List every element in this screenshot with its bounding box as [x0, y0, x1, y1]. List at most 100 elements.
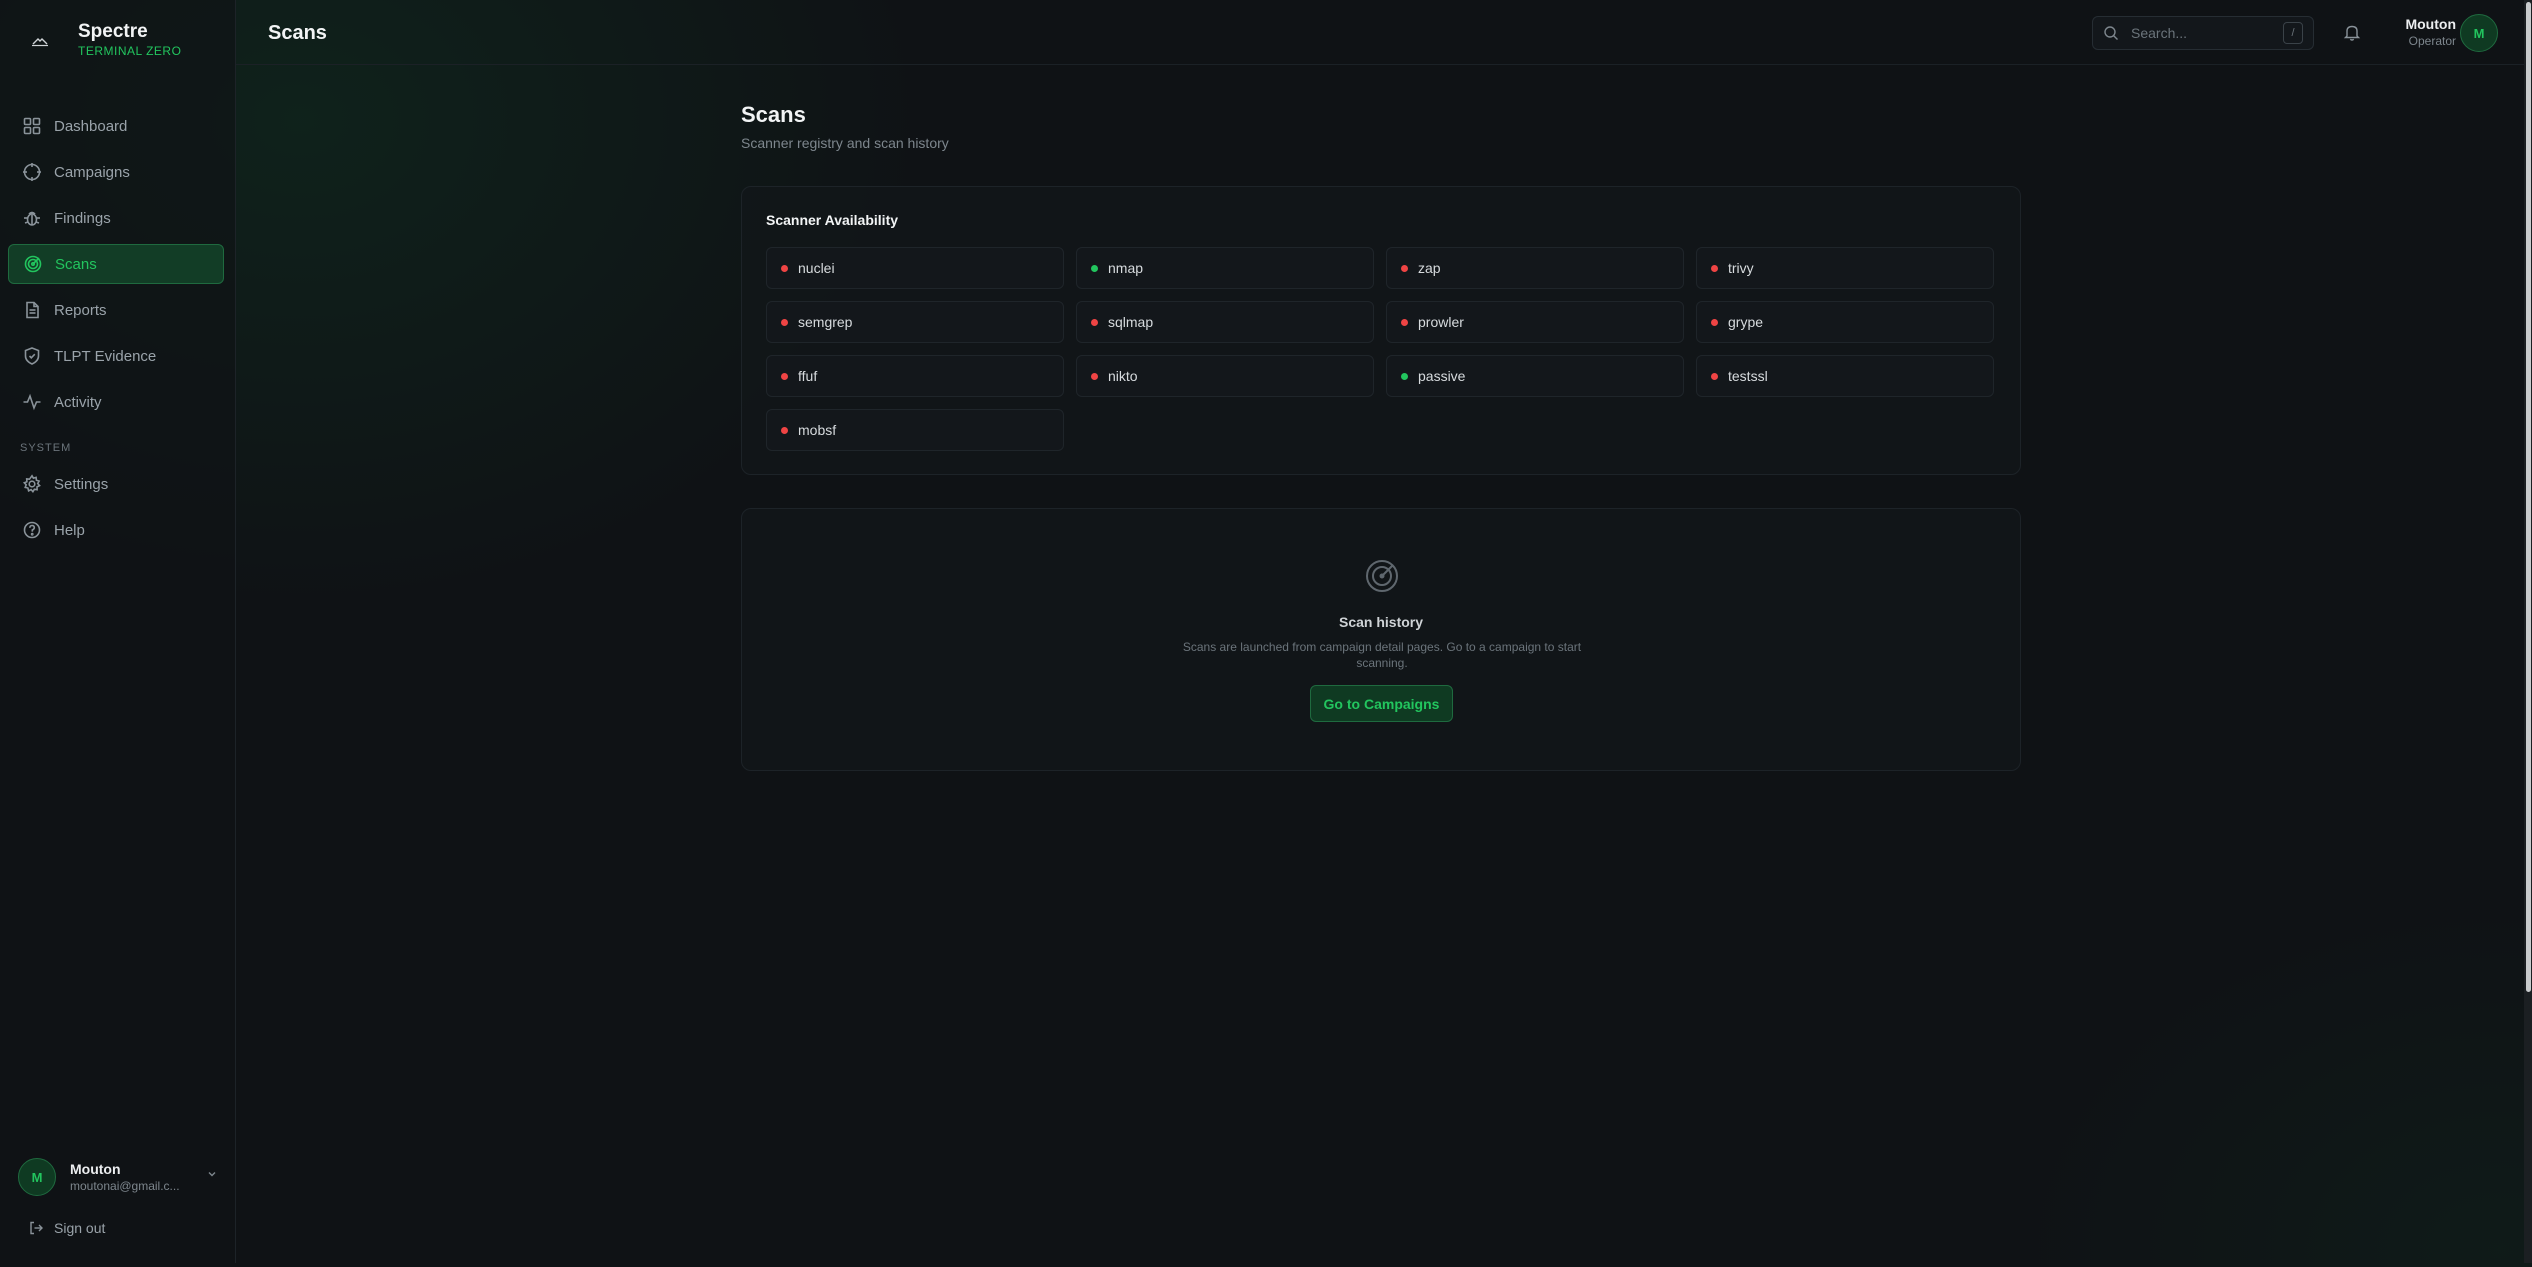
notifications-button[interactable] [2342, 22, 2362, 47]
scanner-name: nikto [1108, 368, 1138, 384]
search-box[interactable]: / [2092, 16, 2314, 50]
scanner-item-sqlmap: sqlmap [1076, 301, 1374, 343]
status-dot [1401, 318, 1408, 326]
gear-icon [22, 474, 41, 494]
scanner-name: grype [1728, 314, 1764, 330]
header-user-name: Mouton [2405, 16, 2456, 32]
go-to-campaigns-button[interactable]: Go to Campaigns [1310, 685, 1453, 722]
scanner-item-nikto: nikto [1076, 355, 1374, 397]
scanner-item-nuclei: nuclei [766, 247, 1064, 289]
sidebar-item-dashboard[interactable]: Dashboard [8, 106, 224, 146]
scanner-item-mobsf: mobsf [766, 409, 1064, 451]
brand-name: Spectre [78, 21, 148, 42]
sign-out-label: Sign out [54, 1220, 106, 1236]
sidebar-item-label: Help [54, 521, 85, 539]
sidebar-item-label: Settings [54, 475, 109, 493]
scanner-grid: nuclei nmap zap trivy semgrep sqlmap prowler gr… [766, 247, 1996, 451]
sidebar-item-label: Dashboard [54, 117, 128, 135]
scanner-item-zap: zap [1386, 247, 1684, 289]
scanner-name: passive [1418, 368, 1466, 384]
sidebar-item-findings[interactable]: Findings [8, 198, 224, 238]
scanner-name: testssl [1728, 368, 1768, 384]
user-name: Mouton [70, 1161, 121, 1177]
scanner-name: trivy [1728, 260, 1754, 276]
sidebar: Spectre TERMINAL ZERO Dashboard Campaign… [0, 0, 236, 1263]
sidebar-nav: Dashboard Campaigns Findings Scans Repor… [8, 106, 224, 556]
sidebar-item-label: TLPT Evidence [54, 347, 157, 365]
scanner-item-semgrep: semgrep [766, 301, 1064, 343]
scanner-name: mobsf [798, 422, 837, 438]
scanner-item-grype: grype [1696, 301, 1994, 343]
shield-icon [24, 347, 40, 365]
page-title: Scans [741, 102, 806, 127]
bell-icon [2343, 25, 2361, 41]
status-dot [781, 264, 788, 272]
sidebar-item-label: Findings [54, 209, 111, 227]
logout-icon [30, 1221, 43, 1235]
search-shortcut-key: / [2283, 22, 2303, 44]
sidebar-item-label: Activity [54, 393, 102, 411]
sidebar-item-reports[interactable]: Reports [8, 290, 224, 330]
sidebar-item-label: Reports [54, 301, 107, 319]
status-dot [1401, 264, 1408, 272]
status-dot [1091, 318, 1098, 326]
chevron-down-icon[interactable] [206, 1168, 218, 1180]
document-icon [26, 301, 39, 319]
header-user-role: Operator [2408, 34, 2456, 48]
scanner-item-passive: passive [1386, 355, 1684, 397]
status-dot [1711, 264, 1718, 272]
scanner-item-testssl: testssl [1696, 355, 1994, 397]
nav-section-label: SYSTEM [20, 442, 72, 454]
header-title: Scans [268, 22, 327, 44]
activity-icon [23, 393, 41, 411]
help-icon [23, 521, 41, 539]
sidebar-item-label: Campaigns [54, 163, 130, 181]
scanner-item-nmap: nmap [1076, 247, 1374, 289]
scan-history-title: Scan history [1338, 614, 1424, 630]
scanner-item-prowler: prowler [1386, 301, 1684, 343]
ridge-logo-icon [20, 20, 60, 60]
scanner-item-trivy: trivy [1696, 247, 1994, 289]
scanner-name: nuclei [798, 260, 835, 276]
scanner-name: semgrep [798, 314, 853, 330]
scanner-name: nmap [1108, 260, 1144, 276]
scanner-name: sqlmap [1108, 314, 1154, 330]
radar-icon [24, 255, 42, 273]
page-subtitle: Scanner registry and scan history [741, 135, 949, 151]
scanner-item-ffuf: ffuf [766, 355, 1064, 397]
search-icon [2104, 26, 2118, 40]
sign-out-button[interactable]: Sign out [28, 1220, 105, 1236]
status-dot [1711, 318, 1718, 326]
radar-icon [1366, 560, 1398, 592]
sidebar-user-menu[interactable]: M Mouton moutonai@gmail.c... [18, 1158, 218, 1196]
top-bar: Scans / Mouton Operator M [236, 0, 2524, 65]
sidebar-item-help[interactable]: Help [8, 510, 224, 550]
scrollbar-thumb[interactable] [2526, 2, 2531, 992]
search-input[interactable] [2129, 24, 2273, 42]
avatar: M [18, 1158, 56, 1196]
bug-icon [24, 211, 40, 226]
status-dot [1711, 372, 1718, 380]
sidebar-item-label: Scans [55, 255, 97, 273]
sidebar-item-campaigns[interactable]: Campaigns [8, 152, 224, 192]
status-dot [781, 372, 788, 380]
scanner-name: zap [1418, 260, 1441, 276]
status-dot [1091, 372, 1098, 380]
status-dot [781, 318, 788, 326]
scan-history-text: Scans are launched from campaign detail … [1182, 640, 1582, 670]
scrollbar[interactable] [2524, 0, 2532, 1263]
scanner-name: ffuf [798, 368, 818, 384]
scan-history-card: Scan history Scans are launched from cam… [741, 508, 2021, 771]
sidebar-item-scans[interactable]: Scans [8, 244, 224, 284]
scanner-name: prowler [1418, 314, 1464, 330]
header-user[interactable]: Mouton Operator [2405, 15, 2456, 49]
grid-icon [23, 117, 41, 135]
crosshair-icon [23, 163, 41, 181]
sidebar-item-activity[interactable]: Activity [8, 382, 224, 422]
sidebar-item-settings[interactable]: Settings [8, 464, 224, 504]
sidebar-item-tlpt-evidence[interactable]: TLPT Evidence [8, 336, 224, 376]
scanner-availability-card: Scanner Availability nuclei nmap zap trivy s… [741, 186, 2021, 475]
brand[interactable]: Spectre TERMINAL ZERO [20, 20, 181, 60]
user-email: moutonai@gmail.c... [70, 1179, 180, 1193]
header-avatar[interactable]: M [2460, 14, 2498, 52]
